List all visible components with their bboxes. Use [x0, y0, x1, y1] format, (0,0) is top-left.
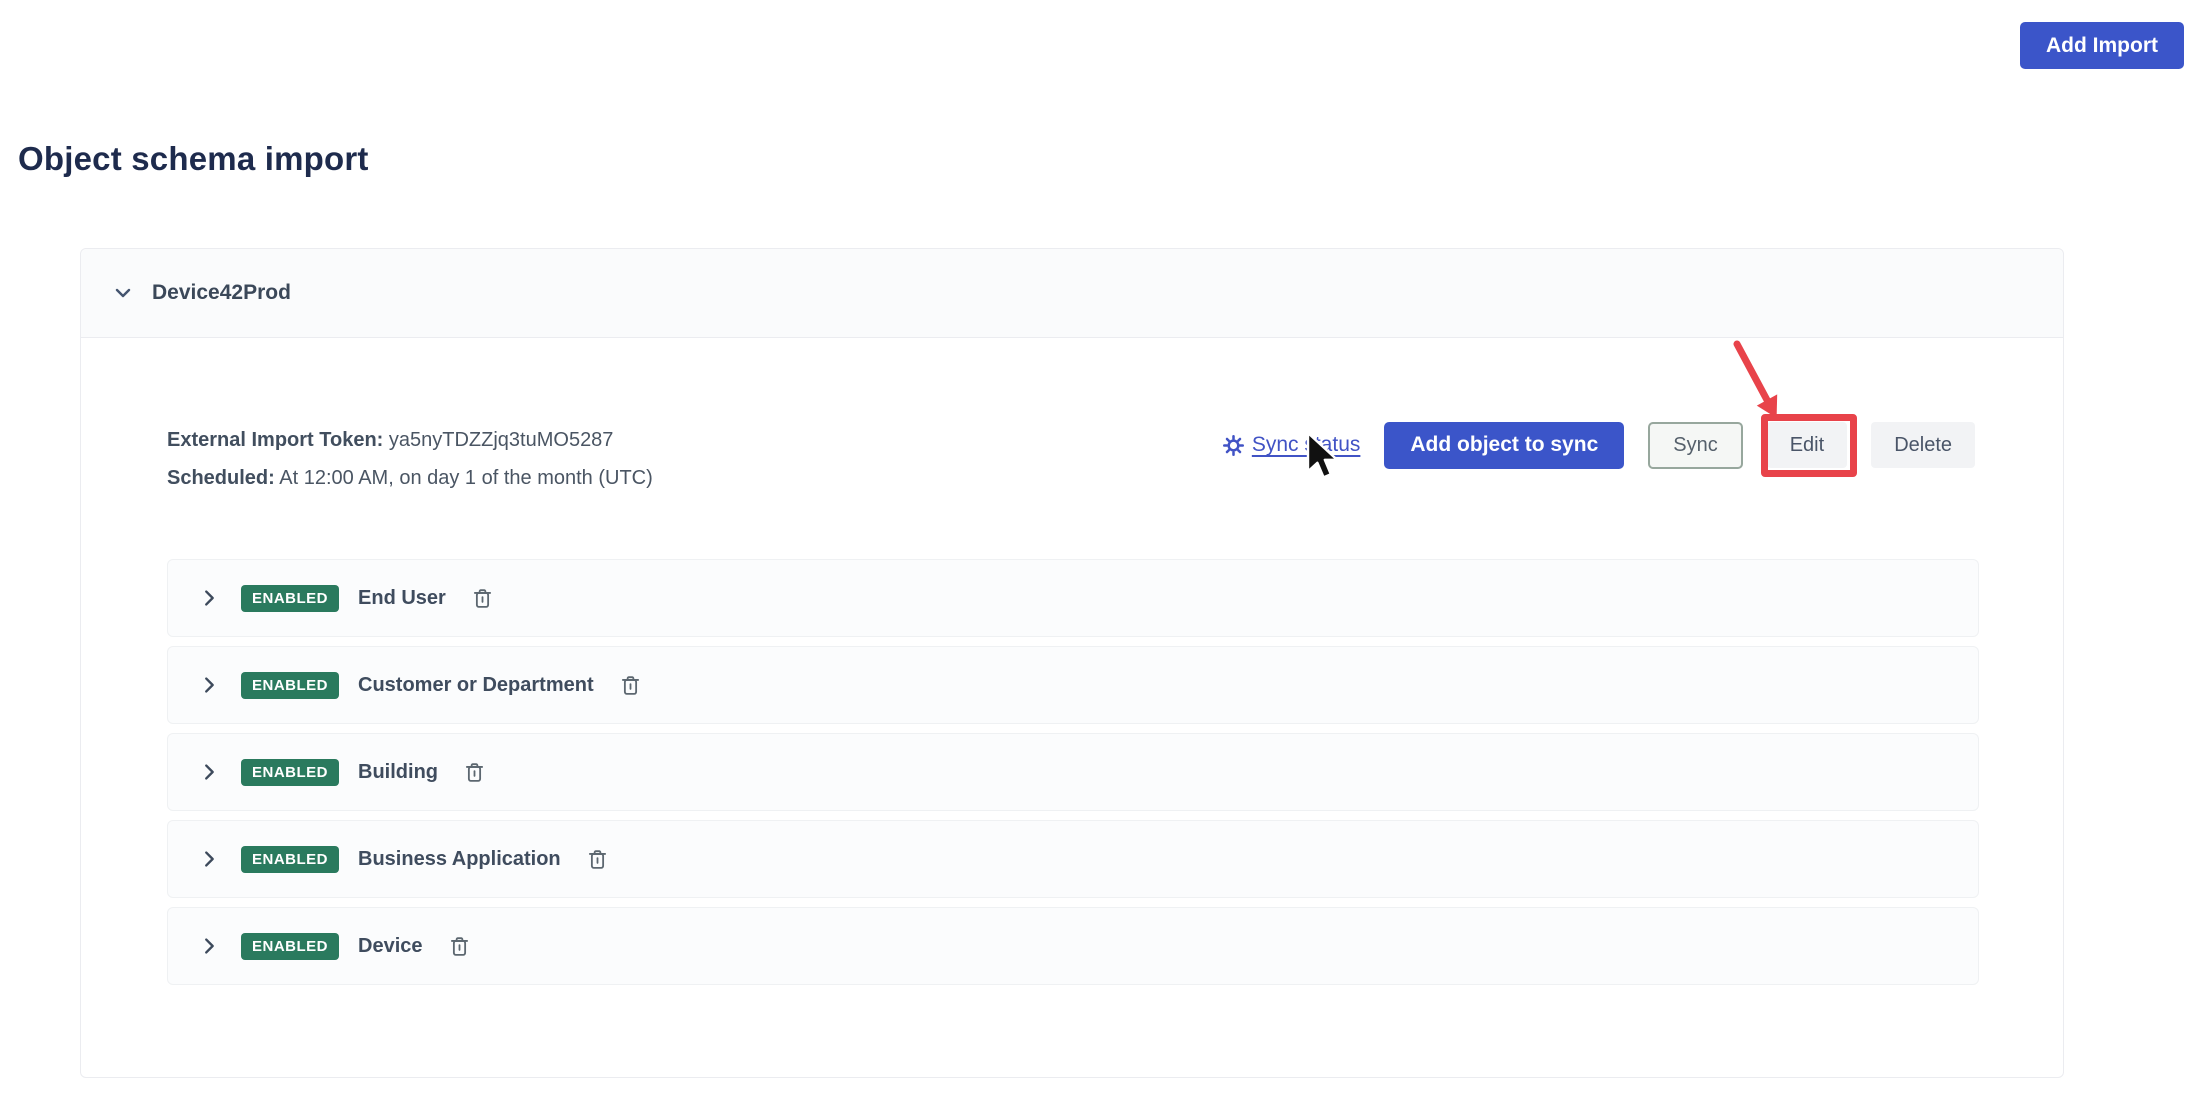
object-type-label: End User: [358, 587, 446, 610]
sync-status-label: Sync status: [1252, 433, 1361, 457]
delete-object-button[interactable]: [447, 933, 472, 960]
sync-object-row[interactable]: ENABLED Building: [167, 733, 1979, 811]
sync-object-row[interactable]: ENABLED End User: [167, 559, 1979, 637]
import-actions: Sync status Add object to sync Sync Edit…: [1223, 419, 1975, 471]
external-import-token-line: External Import Token: ya5nyTDZZjq3tuMO5…: [167, 421, 653, 459]
sync-button[interactable]: Sync: [1648, 422, 1742, 469]
object-type-label: Business Application: [358, 848, 561, 871]
status-badge: ENABLED: [241, 672, 339, 699]
token-label: External Import Token:: [167, 429, 383, 451]
status-badge: ENABLED: [241, 933, 339, 960]
chevron-right-icon: [198, 935, 220, 957]
gear-icon: [1223, 435, 1244, 456]
delete-object-button[interactable]: [470, 585, 495, 612]
status-badge: ENABLED: [241, 585, 339, 612]
delete-button[interactable]: Delete: [1871, 422, 1975, 468]
object-type-label: Device: [358, 935, 423, 958]
schedule-line: Scheduled: At 12:00 AM, on day 1 of the …: [167, 459, 653, 497]
trash-icon: [449, 935, 470, 958]
trash-icon: [464, 761, 485, 784]
chevron-right-icon: [198, 674, 220, 696]
chevron-right-icon: [198, 587, 220, 609]
chevron-right-icon: [198, 848, 220, 870]
add-import-button[interactable]: Add Import: [2020, 22, 2184, 69]
trash-icon: [472, 587, 493, 610]
sync-object-row[interactable]: ENABLED Customer or Department: [167, 646, 1979, 724]
schedule-label: Scheduled:: [167, 467, 275, 489]
import-card-header[interactable]: Device42Prod: [81, 249, 2063, 338]
sync-object-row[interactable]: ENABLED Device: [167, 907, 1979, 985]
chevron-down-icon: [111, 281, 135, 305]
page-title: Object schema import: [18, 140, 369, 178]
sync-object-row[interactable]: ENABLED Business Application: [167, 820, 1979, 898]
trash-icon: [620, 674, 641, 697]
sync-status-link[interactable]: Sync status: [1223, 433, 1361, 457]
sync-object-list: ENABLED End User ENABLED Customer or Dep…: [167, 559, 1979, 994]
import-name: Device42Prod: [152, 281, 291, 305]
trash-icon: [587, 848, 608, 871]
delete-object-button[interactable]: [618, 672, 643, 699]
import-info: External Import Token: ya5nyTDZZjq3tuMO5…: [167, 421, 653, 497]
delete-object-button[interactable]: [585, 846, 610, 873]
delete-object-button[interactable]: [462, 759, 487, 786]
add-object-to-sync-button[interactable]: Add object to sync: [1384, 422, 1624, 469]
import-card: Device42Prod External Import Token: ya5n…: [80, 248, 2064, 1078]
chevron-right-icon: [198, 761, 220, 783]
status-badge: ENABLED: [241, 759, 339, 786]
object-type-label: Building: [358, 761, 438, 784]
edit-button[interactable]: Edit: [1767, 422, 1847, 468]
schedule-value: At 12:00 AM, on day 1 of the month (UTC): [279, 467, 653, 489]
object-type-label: Customer or Department: [358, 674, 594, 697]
status-badge: ENABLED: [241, 846, 339, 873]
token-value: ya5nyTDZZjq3tuMO5287: [389, 429, 614, 451]
